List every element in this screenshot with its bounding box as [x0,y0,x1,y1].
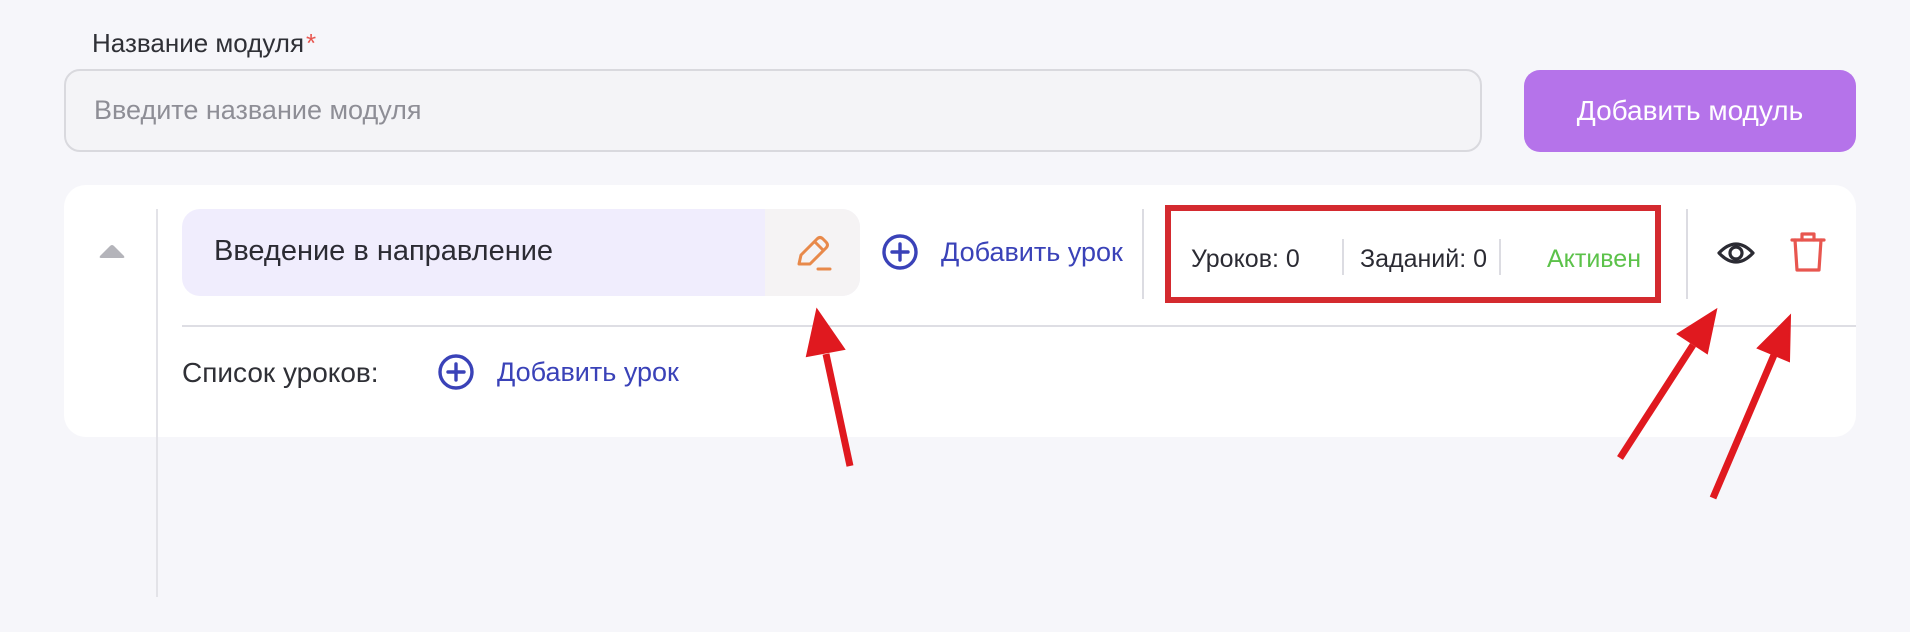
module-title-box: Введение в направление [182,209,860,296]
stats-separator [1499,239,1501,275]
separator [1686,209,1688,299]
add-lesson-button-bottom[interactable]: Добавить урок [437,353,679,391]
trash-icon [1790,232,1826,272]
lessons-list-label: Список уроков: [182,357,379,388]
collapse-toggle-icon[interactable] [97,241,127,261]
tasks-count: Заданий: 0 [1360,245,1488,273]
module-name-label: Название модуля* [92,28,316,59]
module-name-input[interactable] [64,69,1482,152]
module-title: Введение в направление [214,235,554,267]
card-divider [182,325,1856,327]
required-mark: * [306,28,317,58]
add-lesson-label: Добавить урок [941,236,1123,267]
module-stats: Уроков: 0 Заданий: 0 Активен [1165,205,1661,303]
page: Название модуля* Добавить модуль Введени… [0,0,1910,632]
edit-title-button[interactable] [765,209,860,296]
eye-icon [1717,242,1755,264]
add-lesson-button-top[interactable]: Добавить урок [881,233,1123,271]
pencil-icon [797,235,831,270]
status-badge: Активен [1547,245,1642,273]
card-left-rail [156,209,158,597]
stats-separator [1342,239,1344,275]
view-button[interactable] [1716,233,1756,278]
add-lesson-label: Добавить урок [497,356,679,387]
plus-circle-icon [882,234,918,270]
add-module-button[interactable]: Добавить модуль [1524,70,1856,152]
lessons-count: Уроков: 0 [1191,245,1300,273]
separator [1142,209,1144,299]
module-card: Введение в направление Добавить урок Уро… [64,185,1856,597]
plus-circle-icon [438,354,474,390]
delete-button[interactable] [1788,229,1828,280]
module-name-label-text: Название модуля [92,28,305,58]
